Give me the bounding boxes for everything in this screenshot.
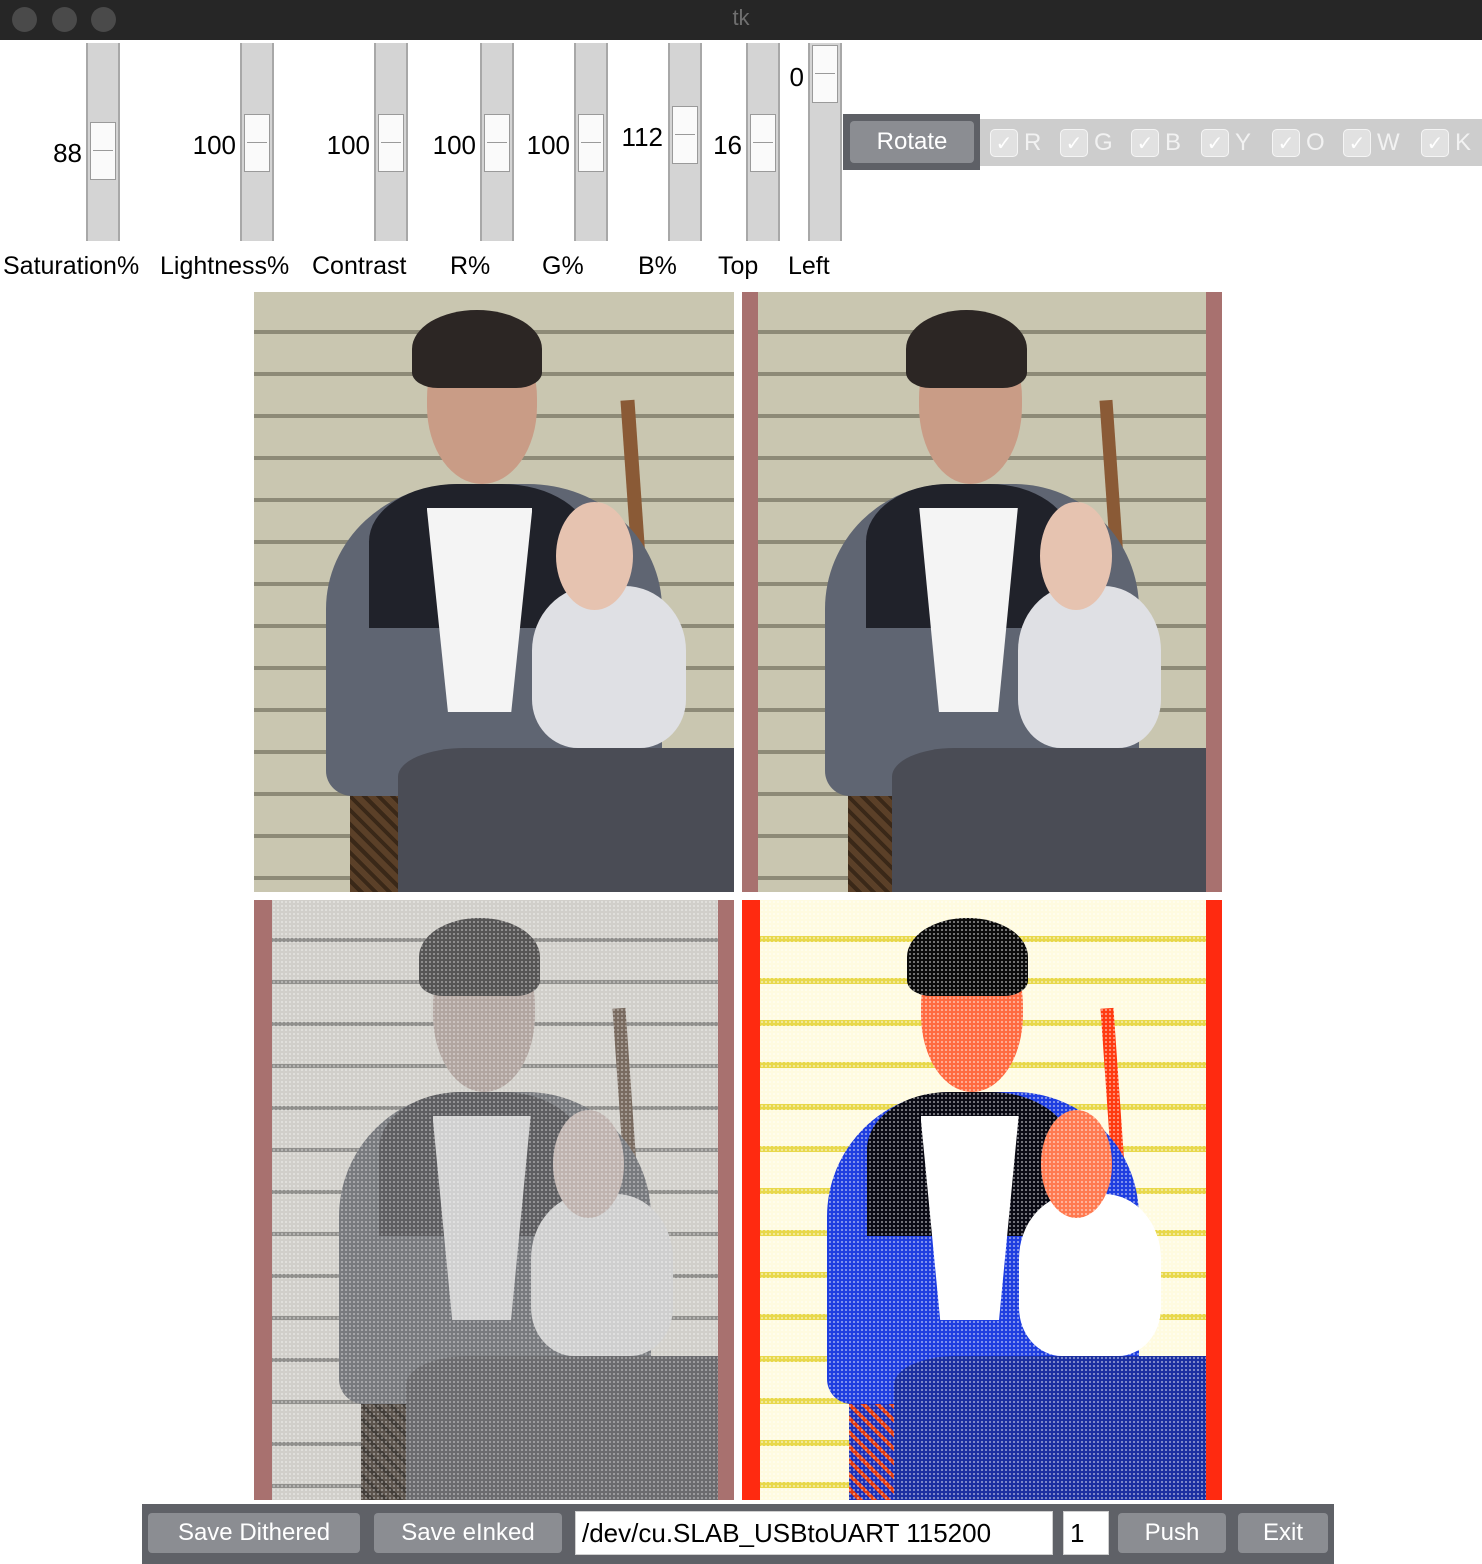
- slider-thumb[interactable]: [484, 114, 510, 172]
- checkbox-o[interactable]: ✓ O: [1272, 127, 1325, 159]
- slider-thumb[interactable]: [750, 114, 776, 172]
- checkbox-label: G: [1094, 129, 1113, 156]
- adjusted-image: [742, 292, 1222, 892]
- slider-value: 100: [326, 130, 370, 160]
- save-einked-button[interactable]: Save eInked: [374, 1513, 562, 1553]
- slider-label: R%: [450, 252, 491, 280]
- slider-track[interactable]: [86, 43, 120, 241]
- checkbox-g[interactable]: ✓ G: [1060, 127, 1113, 159]
- slider-label: G%: [542, 252, 584, 280]
- slider-label: Top: [718, 252, 759, 280]
- checkbox-label: R: [1024, 129, 1042, 156]
- checkbox-label: O: [1306, 129, 1325, 156]
- original-image: [254, 292, 734, 892]
- checkbox-label: Y: [1235, 129, 1252, 156]
- check-icon[interactable]: ✓: [1343, 129, 1371, 157]
- slider-label: Left: [788, 252, 830, 280]
- checkbox-label: W: [1377, 129, 1400, 156]
- check-icon[interactable]: ✓: [1272, 129, 1300, 157]
- slider-thumb[interactable]: [90, 122, 116, 180]
- dithered-image: [254, 900, 734, 1500]
- slider-value: 100: [432, 130, 476, 160]
- slider-label: Contrast: [312, 252, 407, 280]
- window-title: tk: [732, 5, 750, 30]
- title-bar: tk: [0, 0, 1482, 40]
- push-button[interactable]: Push: [1118, 1513, 1226, 1553]
- slider-thumb[interactable]: [578, 114, 604, 172]
- slider-track[interactable]: [240, 43, 274, 241]
- slider-value: 88: [53, 138, 82, 168]
- slider-label: Saturation%: [3, 252, 140, 280]
- serial-port-input[interactable]: [575, 1511, 1053, 1555]
- slider-track[interactable]: [480, 43, 514, 241]
- slider-value: 100: [192, 130, 236, 160]
- check-icon[interactable]: ✓: [1060, 129, 1088, 157]
- slider-track[interactable]: [374, 43, 408, 241]
- checkbox-b[interactable]: ✓ B: [1131, 127, 1181, 159]
- slider-label: Lightness%: [160, 252, 290, 280]
- save-dithered-button[interactable]: Save Dithered: [148, 1513, 360, 1553]
- einked-image: [742, 900, 1222, 1500]
- check-icon[interactable]: ✓: [1201, 129, 1229, 157]
- checkbox-r[interactable]: ✓ R: [990, 127, 1041, 159]
- slider-value: 100: [526, 130, 570, 160]
- slider-track[interactable]: [808, 43, 842, 241]
- slider-thumb[interactable]: [378, 114, 404, 172]
- slider-thumb[interactable]: [812, 45, 838, 103]
- checkbox-k[interactable]: ✓ K: [1421, 127, 1471, 159]
- slider-value: 0: [789, 62, 804, 92]
- checkbox-y[interactable]: ✓ Y: [1201, 127, 1251, 159]
- check-icon[interactable]: ✓: [1421, 129, 1449, 157]
- slider-value: 112: [621, 122, 663, 152]
- check-icon[interactable]: ✓: [990, 129, 1018, 157]
- check-icon[interactable]: ✓: [1131, 129, 1159, 157]
- slider-value: 16: [713, 130, 742, 160]
- checkbox-label: B: [1165, 129, 1182, 156]
- count-input[interactable]: [1063, 1511, 1109, 1555]
- checkbox-w[interactable]: ✓ W: [1343, 127, 1400, 159]
- slider-label: B%: [638, 252, 677, 280]
- checkbox-label: K: [1455, 129, 1472, 156]
- exit-button[interactable]: Exit: [1238, 1513, 1328, 1553]
- slider-thumb[interactable]: [244, 114, 270, 172]
- rotate-button[interactable]: Rotate: [850, 121, 974, 163]
